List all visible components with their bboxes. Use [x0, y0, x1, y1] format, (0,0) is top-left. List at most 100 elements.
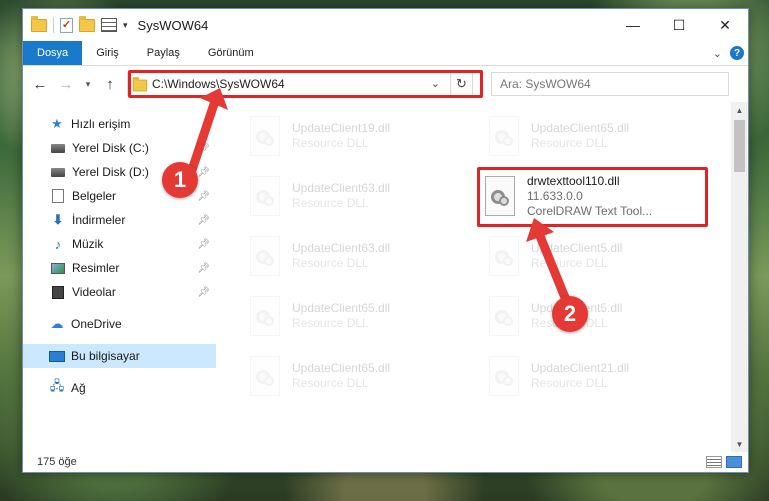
refresh-icon[interactable]: ↻ [450, 73, 472, 95]
maximize-button[interactable]: ☐ [656, 9, 702, 41]
sidebar-item-label: Videolar [72, 285, 116, 299]
file-item[interactable]: UpdateClient65.dll Resource DLL [242, 348, 472, 404]
sidebar-item-quick-access[interactable]: ★ Hızlı erişim [23, 112, 216, 136]
customize-dropdown-icon[interactable]: ▾ [123, 20, 128, 31]
address-bar[interactable]: C:\Windows\SysWOW64 ⌄ ↻ [127, 72, 473, 96]
file-type: Resource DLL [292, 376, 369, 390]
pin-icon[interactable]: 📌︎ [197, 239, 210, 250]
network-icon: 🖧︎ [49, 378, 65, 393]
file-type: Resource DLL [292, 196, 369, 210]
sidebar-item-label: Resimler [72, 261, 120, 275]
file-item[interactable]: UpdateClient63.dll Resource DLL [242, 228, 472, 284]
sidebar-item-label: Ağ [71, 381, 86, 395]
dll-file-icon [248, 176, 282, 216]
details-view-button[interactable] [706, 456, 722, 468]
window-controls: — ☐ ✕ [610, 9, 748, 41]
status-bar: 175 öğe [23, 452, 748, 472]
scrollbar-thumb[interactable] [734, 120, 745, 172]
properties-icon[interactable] [101, 18, 117, 32]
new-folder-icon[interactable] [79, 15, 95, 32]
file-name: UpdateClient65.dll [531, 121, 630, 135]
address-folder-icon [132, 76, 148, 92]
sidebar-item-label: Belgeler [72, 189, 117, 203]
properties-check-icon[interactable]: ✓ [60, 17, 73, 33]
navigation-bar: ← → ▾ ↑ C:\Windows\SysWOW64 ⌄ ↻ Ara: Sys… [23, 66, 748, 102]
file-item[interactable]: UpdateClient21.dll Resource DLL [481, 348, 711, 404]
pictures-icon [50, 260, 66, 276]
window-title: SysWOW64 [137, 17, 209, 33]
sidebar-item-label: İndirmeler [72, 213, 126, 227]
sidebar-item-label: Yerel Disk (C:) [72, 141, 149, 155]
title-bar: ✓ ▾ SysWOW64 — ☐ ✕ [23, 9, 748, 41]
tab-share[interactable]: Paylaş [133, 41, 194, 65]
sidebar-item-videos[interactable]: Videolar 📌︎ [23, 280, 216, 304]
recent-locations-dropdown[interactable]: ▾ [81, 73, 95, 95]
file-item[interactable]: UpdateClient5.dll Resource DLL [481, 228, 711, 284]
dll-file-icon [248, 356, 282, 396]
sidebar-item-onedrive[interactable]: ☁ OneDrive [23, 312, 216, 336]
back-button[interactable]: ← [29, 73, 51, 95]
forward-button[interactable]: → [55, 73, 77, 95]
file-type: Resource DLL [531, 136, 608, 150]
tab-file[interactable]: Dosya [23, 41, 83, 65]
large-icons-view-button[interactable] [726, 456, 742, 468]
computer-icon [49, 348, 65, 364]
star-icon: ★ [51, 116, 63, 131]
file-name: drwtexttool110.dll [527, 173, 620, 188]
sidebar-item-pictures[interactable]: Resimler 📌︎ [23, 256, 216, 280]
dll-file-icon [487, 296, 521, 336]
file-type: Resource DLL [292, 316, 369, 330]
explorer-body: ★ Hızlı erişim Yerel Disk (C:) 📌︎ Yerel … [23, 102, 748, 452]
dll-file-icon [487, 236, 521, 276]
file-item[interactable]: UpdateClient65.dll Resource DLL [242, 288, 472, 344]
sidebar-item-downloads[interactable]: ⬇ İndirmeler 📌︎ [23, 208, 216, 232]
cloud-icon: ☁ [50, 316, 64, 331]
file-item[interactable]: UpdateClient5.dll Resource DLL [481, 288, 711, 344]
expand-ribbon-chevron-icon[interactable]: ⌄ [713, 47, 722, 60]
file-name: UpdateClient19.dll [292, 121, 391, 135]
sidebar-item-this-pc[interactable]: Bu bilgisayar [23, 344, 216, 368]
file-item-drwtexttool110[interactable]: drwtexttool110.dll 11.633.0.0 CorelDRAW … [477, 168, 707, 224]
dll-file-icon [487, 116, 521, 156]
quick-access-toolbar: ✓ ▾ [31, 15, 128, 33]
help-icon[interactable]: ? [730, 46, 744, 60]
tab-view[interactable]: Görünüm [194, 41, 268, 65]
pin-icon[interactable]: 📌︎ [197, 143, 210, 154]
dll-file-icon [483, 176, 517, 216]
sidebar-item-network[interactable]: 🖧︎ Ağ [23, 376, 216, 400]
sidebar-item-label: Yerel Disk (D:) [72, 165, 149, 179]
tab-home[interactable]: Giriş [82, 41, 133, 65]
sidebar-item-local-disk-c[interactable]: Yerel Disk (C:) 📌︎ [23, 136, 216, 160]
file-type: Resource DLL [292, 136, 369, 150]
file-item[interactable]: UpdateClient63.dll Resource DLL [242, 168, 472, 224]
dll-file-icon [248, 236, 282, 276]
search-input[interactable]: Ara: SysWOW64 [491, 72, 729, 96]
step-callout-1: 1 [162, 162, 198, 198]
pin-icon[interactable]: 📌︎ [197, 287, 210, 298]
sidebar-item-label: OneDrive [71, 317, 122, 331]
up-button[interactable]: ↑ [99, 73, 121, 95]
close-button[interactable]: ✕ [702, 9, 748, 41]
scroll-down-icon[interactable]: ▼ [731, 436, 748, 452]
dll-file-icon [248, 296, 282, 336]
sidebar-item-label: Müzik [72, 237, 104, 251]
scroll-up-icon[interactable]: ▲ [731, 102, 748, 118]
step-callout-2: 2 [552, 296, 588, 332]
music-icon: ♪ [54, 236, 62, 252]
file-name: UpdateClient63.dll [292, 241, 391, 255]
drive-icon [50, 140, 66, 156]
file-item[interactable]: UpdateClient19.dll Resource DLL [242, 108, 472, 164]
dll-file-icon [487, 356, 521, 396]
pin-icon[interactable]: 📌︎ [197, 167, 210, 178]
pin-icon[interactable]: 📌︎ [197, 263, 210, 274]
vertical-scrollbar[interactable]: ▲ ▼ [731, 102, 748, 452]
minimize-button[interactable]: — [610, 9, 656, 41]
address-path[interactable]: C:\Windows\SysWOW64 [152, 77, 285, 91]
address-dropdown-icon[interactable]: ⌄ [431, 77, 440, 90]
sidebar-item-music[interactable]: ♪ Müzik 📌︎ [23, 232, 216, 256]
file-item[interactable]: UpdateClient65.dll Resource DLL [481, 108, 711, 164]
pin-icon[interactable]: 📌︎ [197, 215, 210, 226]
pin-icon[interactable]: 📌︎ [197, 191, 210, 202]
file-type: Resource DLL [531, 376, 608, 390]
file-name: UpdateClient21.dll [531, 361, 630, 375]
